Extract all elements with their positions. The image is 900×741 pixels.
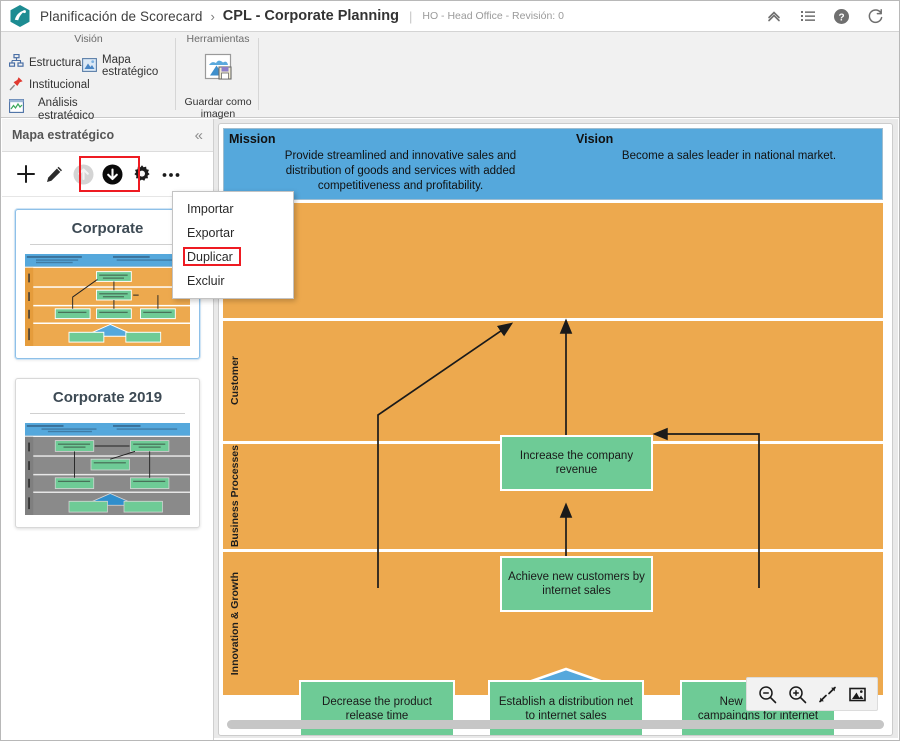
menu-item-exportar[interactable]: Exportar	[173, 221, 293, 245]
menu-item-duplicar-label: Duplicar	[187, 250, 233, 264]
add-button[interactable]	[12, 161, 39, 188]
fit-to-screen-button[interactable]	[814, 682, 840, 706]
save-as-image-label: Guardar como imagen	[184, 96, 252, 120]
panel-title: Mapa estratégico	[12, 128, 115, 142]
breadcrumb-separator-icon: ›	[210, 8, 215, 24]
export-image-button[interactable]	[844, 682, 870, 706]
ribbon-item-mapa-estrategico[interactable]: Mapa estratégico	[82, 54, 176, 78]
ribbon-item-mapa-estrategico-label: Mapa estratégico	[102, 54, 159, 78]
vision-text: Become a sales leader in national market…	[621, 150, 837, 162]
objective-box-increase-revenue[interactable]: Increase the company revenue	[500, 435, 653, 491]
top-bar-icons: ?	[765, 8, 891, 25]
pin-icon	[9, 76, 24, 94]
menu-item-duplicar[interactable]: Duplicar	[173, 245, 293, 269]
save-as-image-button[interactable]: Guardar como imagen	[177, 52, 259, 120]
more-options-button[interactable]	[157, 161, 184, 188]
map-card-corporate-2019[interactable]: Corporate 2019	[15, 378, 200, 528]
revision-label: HO - Head Office - Revisión: 0	[422, 10, 564, 22]
ribbon-item-institucional-label: Institucional	[29, 79, 90, 91]
perspective-label-business-processes: Business Processes	[229, 445, 241, 548]
strategic-map-canvas[interactable]: Mission Provide streamlined and innovati…	[218, 123, 893, 736]
panel-collapse-icon[interactable]: «	[195, 128, 203, 143]
perspective-band-customer: Customer	[223, 321, 883, 441]
menu-item-excluir[interactable]: Excluir	[173, 269, 293, 293]
ribbon-divider-2	[258, 38, 259, 110]
map-card-title: Corporate 2019	[52, 389, 163, 406]
save-as-image-icon	[198, 52, 238, 93]
settings-button[interactable]	[128, 161, 155, 188]
zoom-in-button[interactable]	[784, 682, 810, 706]
perspective-band-financial	[223, 203, 883, 318]
card-divider	[30, 413, 185, 414]
move-down-button[interactable]	[99, 161, 126, 188]
page-title: CPL - Corporate Planning	[222, 8, 399, 24]
hexagon-swoosh-logo[interactable]	[9, 4, 31, 28]
refresh-icon[interactable]	[867, 8, 884, 25]
edit-button[interactable]	[41, 161, 68, 188]
map-workspace: Mission Provide streamlined and innovati…	[214, 119, 898, 738]
perspective-label-customer: Customer	[229, 356, 241, 406]
mission-vision-band: Mission Provide streamlined and innovati…	[223, 128, 883, 200]
panel-header: Mapa estratégico «	[2, 119, 213, 152]
ribbon-group-herramientas: Herramientas Guardar como imagen	[177, 32, 259, 120]
menu-item-importar[interactable]: Importar	[173, 197, 293, 221]
map-image-icon	[82, 57, 97, 75]
top-bar: Planificación de Scorecard › CPL - Corpo…	[1, 1, 899, 32]
help-icon[interactable]: ?	[833, 8, 850, 25]
scrollbar-thumb[interactable]	[227, 720, 884, 729]
ribbon-toolbar: Visión Estructura Mapa estratégico Insti…	[1, 32, 899, 122]
card-divider	[30, 244, 185, 245]
horizontal-scrollbar[interactable]	[227, 720, 884, 729]
ribbon-divider	[175, 38, 176, 110]
objective-box-achieve-new-customers[interactable]: Achieve new customers by internet sales	[500, 556, 653, 612]
breadcrumb-root[interactable]: Planificación de Scorecard	[40, 9, 202, 24]
map-thumbnail-corporate	[25, 254, 190, 346]
analysis-chart-icon	[9, 99, 24, 116]
ribbon-group-vision-title: Visión	[74, 33, 103, 45]
collapse-ribbon-icon[interactable]	[765, 8, 782, 25]
mission-heading: Mission	[229, 132, 276, 146]
vision-heading: Vision	[576, 132, 614, 146]
mission-text: Provide streamlined and innovative sales…	[284, 150, 517, 192]
ribbon-item-institucional[interactable]: Institucional	[9, 76, 90, 94]
ribbon-group-herramientas-title: Herramientas	[186, 33, 250, 45]
title-divider: |	[408, 8, 413, 24]
perspective-label-innovation-growth: Innovation & Growth	[229, 571, 241, 676]
ribbon-item-estructura-label: Estructura	[29, 57, 82, 69]
zoom-toolbar	[746, 677, 878, 711]
ribbon-group-vision: Visión Estructura Mapa estratégico Insti…	[1, 32, 176, 122]
map-thumbnail-corporate-2019	[25, 423, 190, 515]
context-menu: Importar Exportar Duplicar Excluir	[172, 191, 294, 299]
ribbon-item-estructura[interactable]: Estructura	[8, 53, 82, 72]
org-structure-icon	[8, 53, 24, 72]
move-up-button	[70, 161, 97, 188]
map-card-title: Corporate	[71, 220, 144, 237]
svg-text:?: ?	[838, 12, 844, 23]
list-icon[interactable]	[799, 8, 816, 25]
application-window: Planificación de Scorecard › CPL - Corpo…	[0, 0, 900, 741]
zoom-out-button[interactable]	[754, 682, 780, 706]
